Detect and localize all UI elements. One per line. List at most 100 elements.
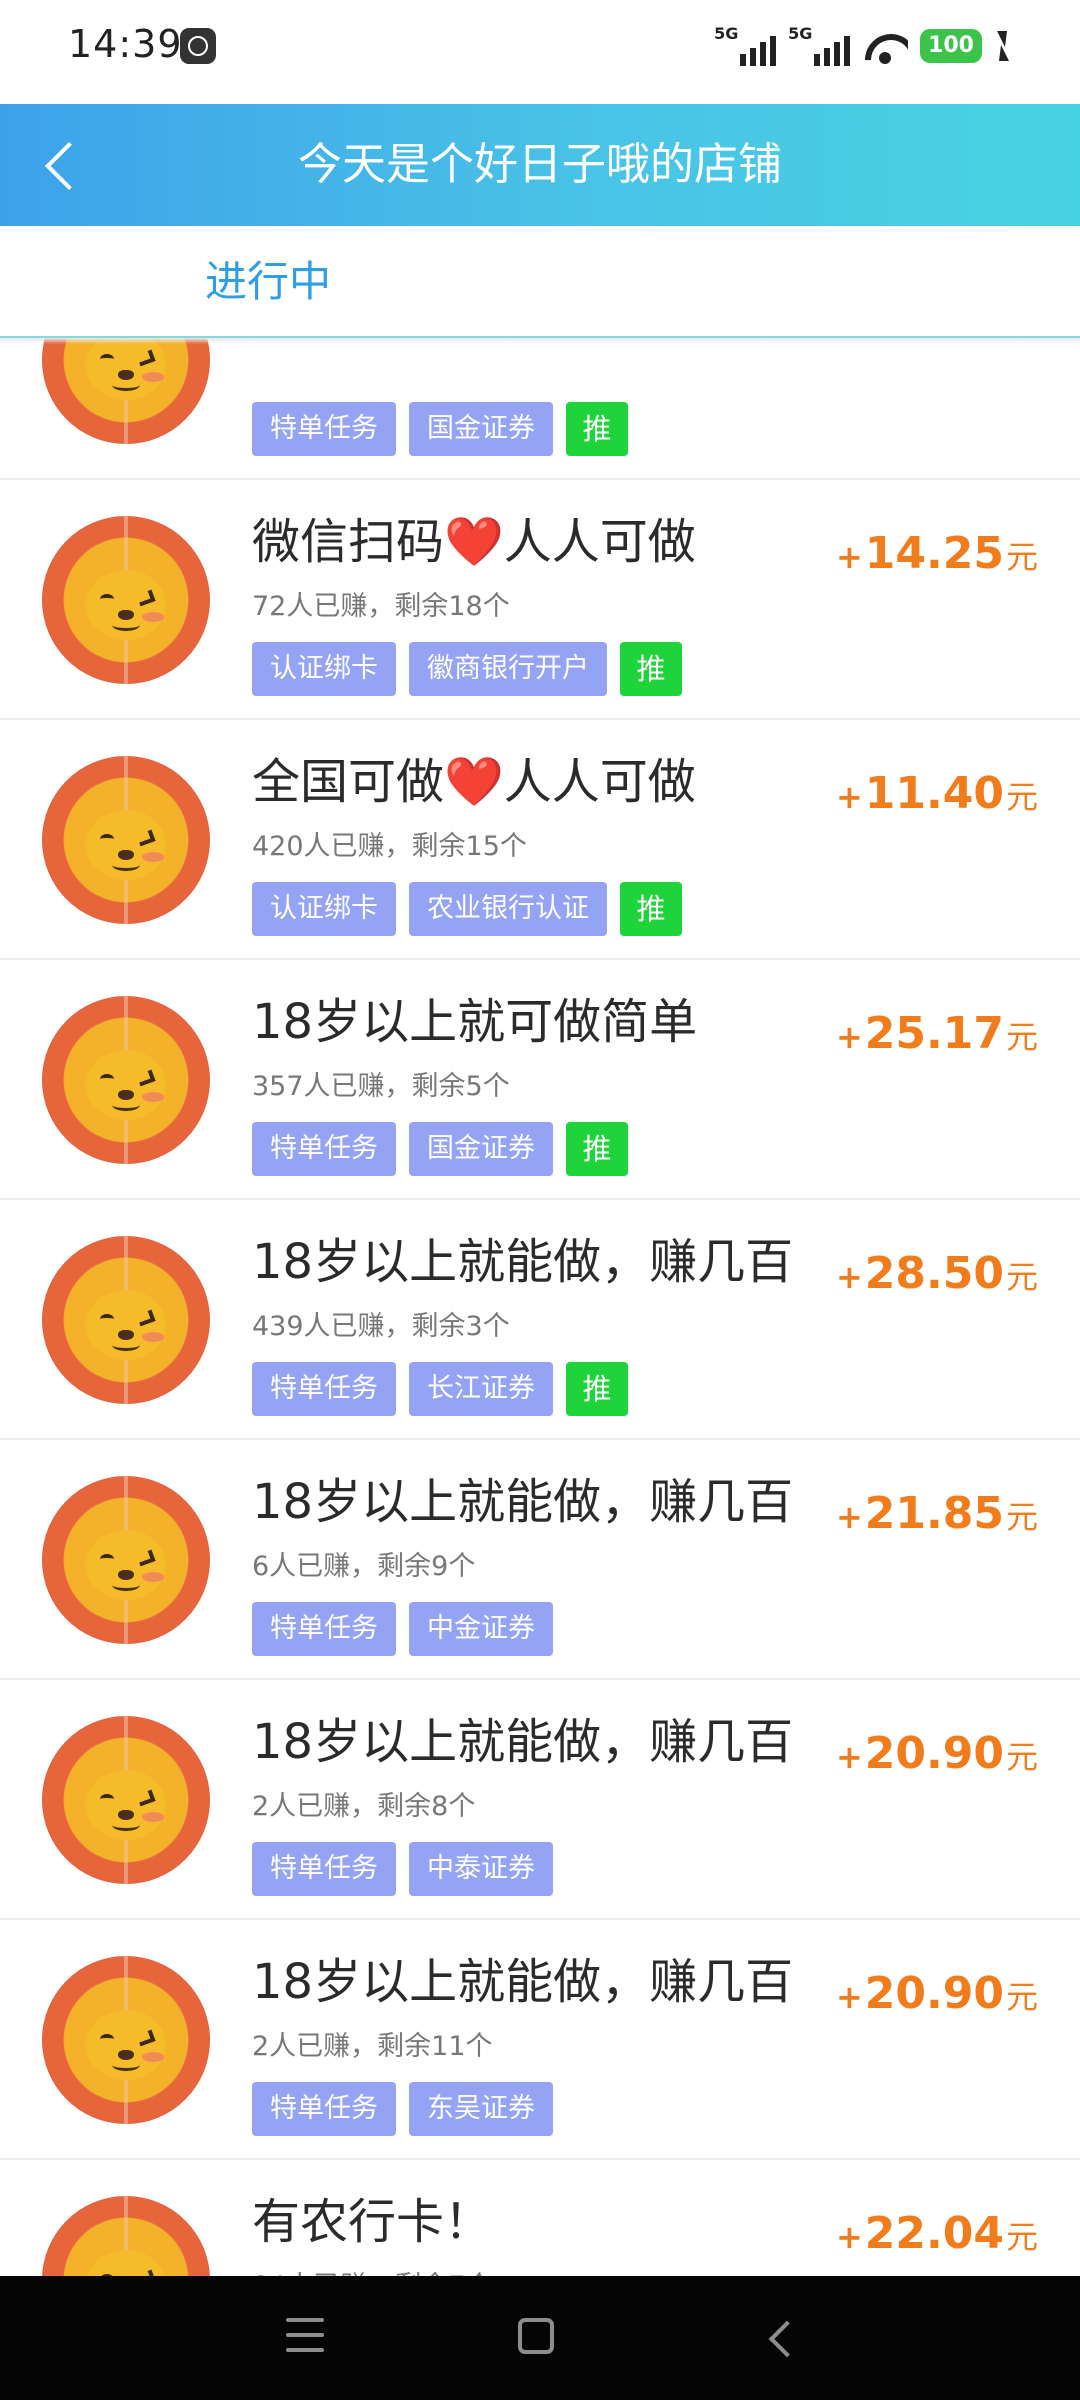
system-nav-bar xyxy=(0,2276,1080,2400)
task-item[interactable]: 有农行卡！ 84人已赚，剩余7个 特单任务银河证券 + 22.04 元 xyxy=(0,2160,1080,2276)
task-tags: 特单任务 国金证券推 xyxy=(252,1122,628,1176)
reward-amount: 28.50 xyxy=(864,1248,1004,1299)
task-item[interactable]: 特单任务 国金证券推 xyxy=(0,338,1080,480)
back-icon[interactable] xyxy=(764,2320,798,2354)
task-tag: 国金证券 xyxy=(409,1122,553,1176)
reward-unit: 元 xyxy=(1005,1018,1038,1056)
recommended-badge: 推 xyxy=(566,1122,628,1176)
alarm-icon xyxy=(180,28,216,64)
task-title: 18岁以上就能做，赚几百 xyxy=(252,1954,794,2010)
task-tags: 特单任务 中金证券 xyxy=(252,1602,553,1656)
task-title: 18岁以上就能做，赚几百 xyxy=(252,1474,794,1530)
task-item[interactable]: 18岁以上就能做，赚几百 6人已赚，剩余9个 特单任务 中金证券 + 21.85 … xyxy=(0,1440,1080,1680)
task-reward: + 21.85 元 xyxy=(836,1488,1038,1539)
task-stats: 439人已赚，剩余3个 xyxy=(252,1311,510,1342)
reward-unit: 元 xyxy=(1005,1738,1038,1776)
shop-avatar xyxy=(42,1236,210,1404)
task-title: 18岁以上就可做简单 xyxy=(252,994,698,1050)
reward-plus: + xyxy=(835,1498,863,1536)
task-tag: 国金证券 xyxy=(409,402,553,456)
task-title: 18岁以上就能做，赚几百 xyxy=(252,1714,794,1770)
recommended-badge: 推 xyxy=(566,402,628,456)
task-item[interactable]: 18岁以上就可做简单 357人已赚，剩余5个 特单任务 国金证券推 + 25.17… xyxy=(0,960,1080,1200)
reward-plus: + xyxy=(835,1738,863,1776)
shop-avatar xyxy=(42,1476,210,1644)
task-tags: 特单任务 国金证券推 xyxy=(252,402,628,456)
wifi-icon xyxy=(862,28,908,64)
task-tag: 特单任务 xyxy=(252,1362,396,1416)
task-tags: 特单任务 长江证券推 xyxy=(252,1362,628,1416)
task-tags: 认证绑卡 农业银行认证推 xyxy=(252,882,682,936)
reward-amount: 21.85 xyxy=(864,1488,1004,1539)
task-reward: + 14.25 元 xyxy=(836,528,1038,579)
battery-icon: 100 xyxy=(920,29,982,63)
home-icon[interactable] xyxy=(518,2318,554,2354)
shop-avatar xyxy=(42,516,210,684)
reward-unit: 元 xyxy=(1005,778,1038,816)
task-tag: 中泰证券 xyxy=(409,1842,553,1896)
page-title: 今天是个好日子哦的店铺 xyxy=(298,139,782,190)
task-item[interactable]: 18岁以上就能做，赚几百 439人已赚，剩余3个 特单任务 长江证券推 + 28.… xyxy=(0,1200,1080,1440)
task-list[interactable]: 特单任务 国金证券推 微信扫码❤️人人可做 72人已赚，剩余18个 认证绑卡 徽商银… xyxy=(0,338,1080,2276)
reward-plus: + xyxy=(835,1978,863,2016)
task-tag: 特单任务 xyxy=(252,1842,396,1896)
network-type-label: 5G xyxy=(714,24,739,43)
charging-icon xyxy=(994,31,1010,61)
tab-divider xyxy=(0,338,1080,344)
task-tag: 认证绑卡 xyxy=(252,642,396,696)
task-item[interactable]: 全国可做❤️人人可做 420人已赚，剩余15个 认证绑卡 农业银行认证推 + 11… xyxy=(0,720,1080,960)
task-title: 全国可做❤️人人可做 xyxy=(252,754,696,810)
recommended-badge: 推 xyxy=(566,1362,628,1416)
shop-avatar xyxy=(42,338,210,444)
task-tag: 特单任务 xyxy=(252,2082,396,2136)
reward-plus: + xyxy=(835,1018,863,1056)
task-item[interactable]: 18岁以上就能做，赚几百 2人已赚，剩余8个 特单任务 中泰证券 + 20.90 … xyxy=(0,1680,1080,1920)
task-item[interactable]: 18岁以上就能做，赚几百 2人已赚，剩余11个 特单任务 东吴证券 + 20.90… xyxy=(0,1920,1080,2160)
task-tags: 认证绑卡 徽商银行开户推 xyxy=(252,642,682,696)
task-tag: 特单任务 xyxy=(252,1122,396,1176)
reward-plus: + xyxy=(835,2218,863,2256)
task-tag: 长江证券 xyxy=(409,1362,553,1416)
reward-amount: 22.04 xyxy=(864,2208,1004,2259)
reward-amount: 20.90 xyxy=(864,1728,1004,1779)
task-reward: + 20.90 元 xyxy=(836,1728,1038,1779)
status-time: 14:39 xyxy=(68,22,183,66)
task-tag: 特单任务 xyxy=(252,1602,396,1656)
network-type-label: 5G xyxy=(788,24,813,43)
task-item[interactable]: 微信扫码❤️人人可做 72人已赚，剩余18个 认证绑卡 徽商银行开户推 + 14.… xyxy=(0,480,1080,720)
tab-in-progress[interactable]: 进行中 xyxy=(205,254,331,310)
reward-plus: + xyxy=(835,538,863,576)
task-stats: 420人已赚，剩余15个 xyxy=(252,831,527,862)
status-indicators: 5G 5G 100 xyxy=(714,22,1010,70)
task-tags: 特单任务 东吴证券 xyxy=(252,2082,553,2136)
task-title: 微信扫码❤️人人可做 xyxy=(252,514,696,570)
reward-unit: 元 xyxy=(1005,2218,1038,2256)
task-reward: + 20.90 元 xyxy=(836,1968,1038,2019)
task-tag: 中金证券 xyxy=(409,1602,553,1656)
status-bar: 14:39 5G 5G 100 xyxy=(0,0,1080,104)
menu-icon[interactable] xyxy=(286,2318,326,2354)
task-stats: 2人已赚，剩余11个 xyxy=(252,2031,493,2062)
signal-icon: 5G xyxy=(714,24,777,68)
task-tags: 特单任务 中泰证券 xyxy=(252,1842,553,1896)
task-stats: 72人已赚，剩余18个 xyxy=(252,591,510,622)
reward-amount: 25.17 xyxy=(864,1008,1004,1059)
task-stats: 2人已赚，剩余8个 xyxy=(252,1791,476,1822)
reward-plus: + xyxy=(835,1258,863,1296)
task-reward: + 22.04 元 xyxy=(836,2208,1038,2259)
reward-plus: + xyxy=(835,778,863,816)
task-tag: 东吴证券 xyxy=(409,2082,553,2136)
reward-unit: 元 xyxy=(1005,538,1038,576)
reward-unit: 元 xyxy=(1005,1498,1038,1536)
task-reward: + 11.40 元 xyxy=(836,768,1038,819)
task-reward: + 28.50 元 xyxy=(836,1248,1038,1299)
shop-avatar xyxy=(42,2196,210,2276)
shop-avatar xyxy=(42,756,210,924)
task-title: 18岁以上就能做，赚几百 xyxy=(252,1234,794,1290)
task-tag: 认证绑卡 xyxy=(252,882,396,936)
app-header: 今天是个好日子哦的店铺 xyxy=(0,104,1080,226)
shop-avatar xyxy=(42,1956,210,2124)
signal-icon: 5G xyxy=(788,24,851,68)
task-stats: 357人已赚，剩余5个 xyxy=(252,1071,510,1102)
recommended-badge: 推 xyxy=(620,642,682,696)
